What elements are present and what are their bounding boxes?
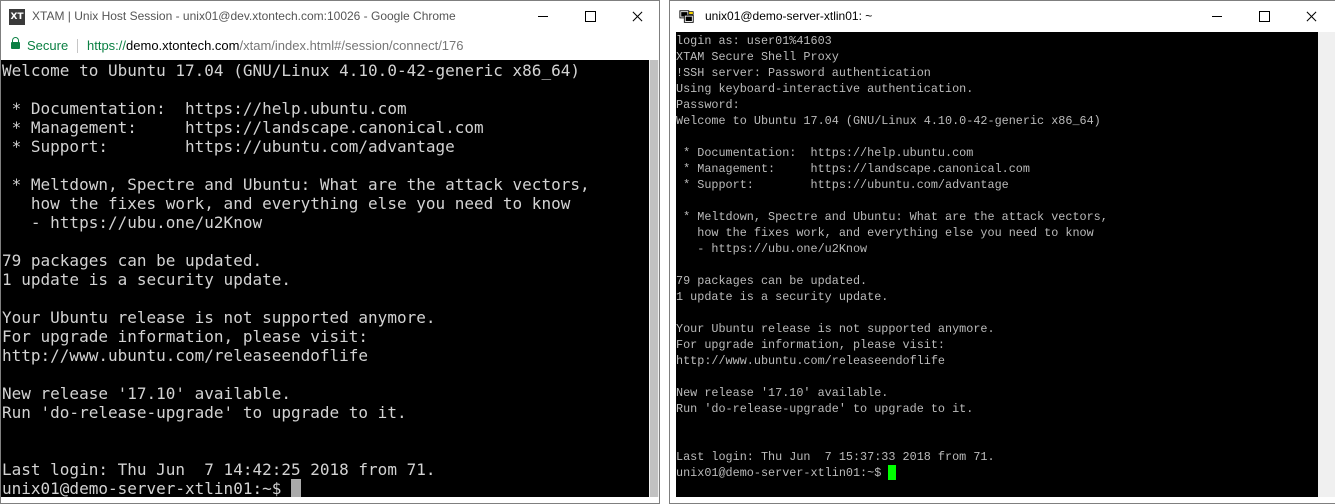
url-scheme: https://: [87, 38, 127, 53]
putty-terminal-output: login as: user01%41603 XTAM Secure Shell…: [676, 34, 1108, 464]
browser-terminal[interactable]: Welcome to Ubuntu 17.04 (GNU/Linux 4.10.…: [1, 60, 649, 497]
url-host: demo.xtontech.com: [126, 38, 240, 53]
browser-terminal-scrollbar[interactable]: [649, 60, 659, 497]
browser-window: XT XTAM | Unix Host Session - unix01@dev…: [0, 0, 660, 504]
terminal-cursor: [888, 465, 897, 480]
minimize-button[interactable]: [520, 1, 566, 32]
browser-titlebar[interactable]: XT XTAM | Unix Host Session - unix01@dev…: [1, 1, 659, 32]
putty-terminal-prompt: unix01@demo-server-xtlin01:~$: [676, 466, 889, 480]
maximize-button[interactable]: [1241, 1, 1287, 32]
putty-titlebar[interactable]: unix01@demo-server-xtlin01: ~: [670, 1, 1335, 32]
putty-terminal[interactable]: login as: user01%41603 XTAM Secure Shell…: [676, 32, 1318, 497]
close-button[interactable]: [614, 1, 660, 32]
putty-terminal-scrollbar[interactable]: [1318, 32, 1335, 497]
secure-label[interactable]: Secure: [27, 32, 68, 60]
putty-icon: [679, 10, 694, 23]
maximize-button[interactable]: [567, 1, 613, 32]
close-button[interactable]: [1288, 1, 1334, 32]
address-divider: [77, 39, 78, 53]
browser-window-title: XTAM | Unix Host Session - unix01@dev.xt…: [32, 9, 456, 23]
lock-icon: [11, 37, 20, 49]
xtam-logo-icon: XT: [9, 9, 25, 25]
address-bar[interactable]: Secure https://demo.xtontech.com/xtam/in…: [1, 32, 659, 60]
putty-window: unix01@demo-server-xtlin01: ~ login as: …: [669, 0, 1335, 504]
terminal-cursor: [290, 479, 301, 497]
browser-terminal-prompt: unix01@demo-server-xtlin01:~$: [2, 479, 291, 497]
browser-terminal-output: Welcome to Ubuntu 17.04 (GNU/Linux 4.10.…: [2, 61, 590, 479]
url-path: /xtam/index.html#/session/connect/176: [239, 38, 464, 53]
url-text[interactable]: https://demo.xtontech.com/xtam/index.htm…: [87, 32, 464, 60]
minimize-button[interactable]: [1194, 1, 1240, 32]
scrollbar-thumb[interactable]: [650, 60, 658, 497]
putty-window-title: unix01@demo-server-xtlin01: ~: [705, 9, 873, 23]
